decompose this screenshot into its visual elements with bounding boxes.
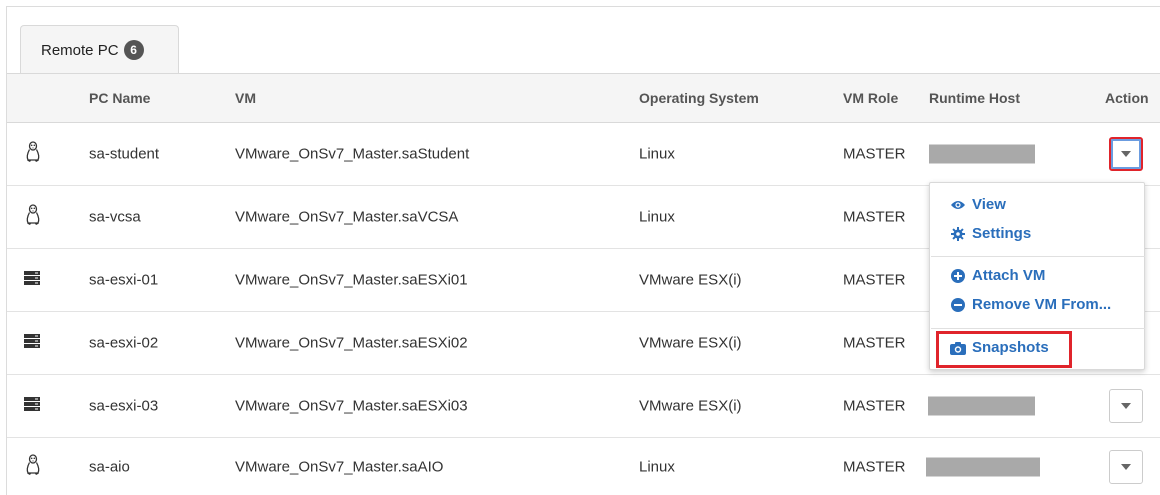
menu-divider (931, 256, 1145, 257)
os-cell: Linux (639, 208, 675, 226)
vm-cell: VMware_OnSv7_Master.saESXi02 (235, 334, 468, 352)
vm-cell: VMware_OnSv7_Master.saESXi01 (235, 271, 468, 289)
os-cell: Linux (639, 145, 675, 163)
pc-name-cell[interactable]: sa-student (89, 146, 159, 163)
server-icon (24, 270, 40, 290)
vm-cell: VMware_OnSv7_Master.saAIO (235, 458, 444, 475)
tab-label: Remote PC (41, 41, 119, 59)
table-row[interactable]: sa-aio VMware_OnSv7_Master.saAIO Linux M… (7, 438, 1160, 495)
vm-role-cell: MASTER (843, 271, 906, 289)
menu-item-label: Attach VM (972, 267, 1046, 284)
vm-cell: VMware_OnSv7_Master.saVCSA (235, 208, 459, 226)
action-dropdown-button[interactable] (1109, 449, 1143, 484)
count-badge: 6 (123, 40, 144, 60)
action-dropdown-button[interactable] (1109, 389, 1143, 423)
linux-tux-icon (24, 141, 42, 167)
eye-icon (950, 197, 966, 213)
runtime-host-redacted (926, 457, 1040, 476)
menu-item-label: View (972, 196, 1006, 213)
os-cell: VMware ESX(i) (639, 397, 742, 415)
col-vm-role[interactable]: VM Role (843, 90, 898, 106)
menu-item-attach-vm[interactable]: Attach VM (950, 267, 1045, 284)
menu-item-label: Settings (972, 225, 1032, 242)
plus-circle-icon (950, 268, 966, 284)
pc-name-cell[interactable]: sa-aio (89, 458, 130, 475)
col-vm[interactable]: VM (235, 90, 256, 106)
vm-cell: VMware_OnSv7_Master.saESXi03 (235, 397, 468, 415)
menu-item-view[interactable]: View (950, 196, 1006, 213)
server-icon (24, 333, 40, 353)
vm-role-cell: MASTER (843, 145, 906, 163)
chevron-down-icon (1121, 151, 1131, 157)
linux-tux-icon (24, 204, 42, 230)
pc-name-cell[interactable]: sa-esxi-02 (89, 335, 158, 352)
server-icon (24, 396, 40, 416)
col-runtime-host[interactable]: Runtime Host (929, 90, 1020, 106)
menu-item-label: Remove VM From... (972, 296, 1112, 313)
minus-circle-icon (950, 297, 966, 313)
os-cell: VMware ESX(i) (639, 334, 742, 352)
runtime-host-redacted (928, 396, 1035, 416)
chevron-down-icon (1121, 403, 1131, 409)
gear-icon (950, 226, 966, 242)
col-operating-system[interactable]: Operating System (639, 90, 759, 106)
action-dropdown-button[interactable] (1109, 137, 1143, 171)
vm-role-cell: MASTER (843, 334, 906, 352)
tab-remote-pc[interactable]: Remote PC 6 (20, 25, 179, 74)
snapshots-highlight-box (936, 331, 1072, 368)
col-action: Action (1105, 90, 1149, 106)
menu-item-settings[interactable]: Settings (950, 225, 1031, 242)
table-row[interactable]: sa-esxi-03 VMware_OnSv7_Master.saESXi03 … (7, 375, 1160, 438)
pc-name-cell[interactable]: sa-esxi-01 (89, 272, 158, 289)
vm-role-cell: MASTER (843, 208, 906, 226)
vm-cell: VMware_OnSv7_Master.saStudent (235, 145, 470, 163)
table-row[interactable]: sa-student VMware_OnSv7_Master.saStudent… (7, 123, 1160, 186)
table-header: PC Name VM Operating System VM Role Runt… (7, 74, 1160, 123)
menu-divider (931, 328, 1145, 329)
linux-tux-icon (24, 453, 42, 480)
vm-role-cell: MASTER (843, 458, 906, 475)
os-cell: VMware ESX(i) (639, 271, 742, 289)
vm-role-cell: MASTER (843, 397, 906, 415)
col-pc-name[interactable]: PC Name (89, 90, 150, 106)
chevron-down-icon (1121, 463, 1131, 470)
pc-name-cell[interactable]: sa-vcsa (89, 209, 141, 226)
os-cell: Linux (639, 458, 675, 475)
runtime-host-redacted (929, 144, 1035, 164)
menu-item-remove-vm[interactable]: Remove VM From... (950, 296, 1111, 313)
pc-name-cell[interactable]: sa-esxi-03 (89, 398, 158, 415)
